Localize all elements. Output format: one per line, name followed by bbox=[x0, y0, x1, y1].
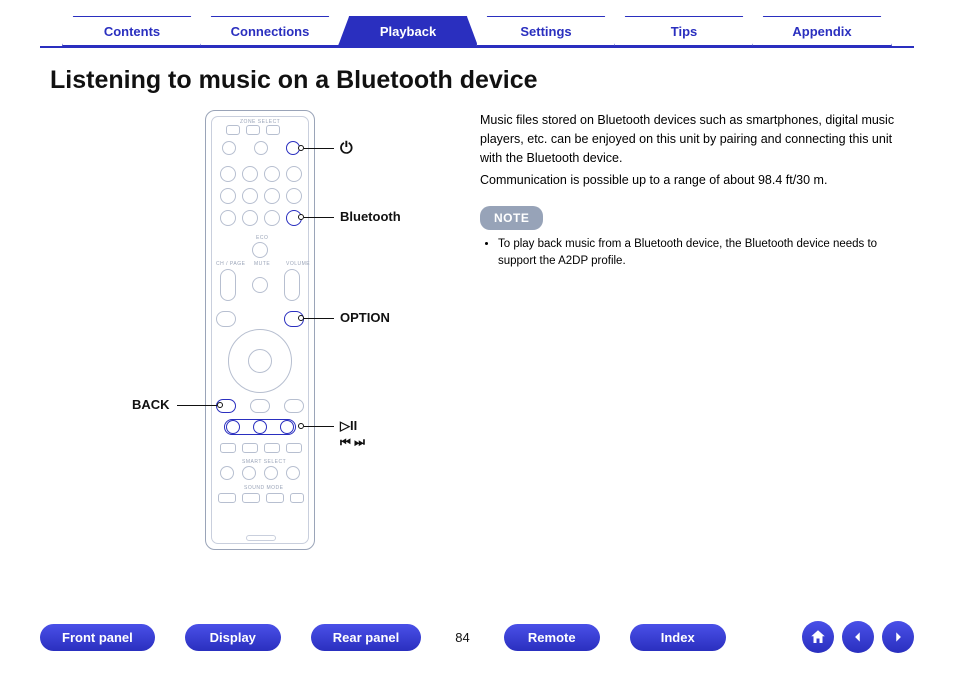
btn bbox=[220, 166, 236, 182]
btn bbox=[220, 466, 234, 480]
btn bbox=[242, 466, 256, 480]
remote-illustration: ZONE SELECT ECO CH / PAGE MU bbox=[205, 110, 315, 550]
btn bbox=[264, 210, 280, 226]
callout-bluetooth: Bluetooth bbox=[340, 209, 401, 224]
btn bbox=[242, 210, 258, 226]
tab-appendix[interactable]: Appendix bbox=[752, 16, 892, 46]
arrow-right-icon[interactable] bbox=[882, 621, 914, 653]
callout-line bbox=[304, 217, 334, 218]
btn bbox=[266, 125, 280, 135]
btn bbox=[264, 166, 280, 182]
btn bbox=[220, 188, 236, 204]
tab-playback[interactable]: Playback bbox=[338, 16, 478, 46]
btn bbox=[226, 125, 240, 135]
btn bbox=[242, 493, 260, 503]
content-area: ZONE SELECT ECO CH / PAGE MU bbox=[0, 95, 954, 575]
btn bbox=[286, 466, 300, 480]
next-button bbox=[280, 420, 294, 434]
btn bbox=[222, 141, 236, 155]
note-list: To play back music from a Bluetooth devi… bbox=[498, 236, 904, 271]
btn bbox=[242, 443, 258, 453]
btn bbox=[264, 466, 278, 480]
btn bbox=[286, 166, 302, 182]
body-text-column: Music files stored on Bluetooth devices … bbox=[480, 105, 904, 575]
divider bbox=[40, 46, 914, 48]
home-icon[interactable] bbox=[802, 621, 834, 653]
btn bbox=[216, 311, 236, 327]
callout-back: BACK bbox=[132, 397, 170, 412]
btn bbox=[242, 188, 258, 204]
btn bbox=[220, 210, 236, 226]
link-index[interactable]: Index bbox=[630, 624, 726, 651]
power-icon: ⏻ bbox=[340, 140, 353, 158]
callout-line bbox=[304, 318, 334, 319]
top-tab-nav: Contents Connections Playback Settings T… bbox=[0, 0, 954, 46]
btn bbox=[254, 141, 268, 155]
note-badge: NOTE bbox=[480, 206, 543, 230]
btn bbox=[218, 493, 236, 503]
btn bbox=[252, 242, 268, 258]
btn bbox=[286, 443, 302, 453]
tab-contents[interactable]: Contents bbox=[62, 16, 202, 46]
link-rear-panel[interactable]: Rear panel bbox=[311, 624, 421, 651]
btn bbox=[284, 269, 300, 301]
callout-line bbox=[304, 148, 334, 149]
callout-playpause: ▷II bbox=[340, 418, 357, 434]
callout-option: OPTION bbox=[340, 310, 390, 325]
nav-icon-group bbox=[802, 621, 914, 653]
body-paragraph-1: Music files stored on Bluetooth devices … bbox=[480, 111, 904, 167]
nav-enter bbox=[248, 349, 272, 373]
body-paragraph-2: Communication is possible up to a range … bbox=[480, 171, 904, 190]
remote-illustration-column: ZONE SELECT ECO CH / PAGE MU bbox=[50, 105, 480, 575]
playpause-button bbox=[253, 420, 267, 434]
btn bbox=[220, 269, 236, 301]
btn bbox=[252, 277, 268, 293]
btn bbox=[266, 493, 284, 503]
arrow-left-icon[interactable] bbox=[842, 621, 874, 653]
prev-button bbox=[226, 420, 240, 434]
callout-dot bbox=[217, 402, 223, 408]
note-item: To play back music from a Bluetooth devi… bbox=[498, 236, 904, 271]
remote-grip bbox=[246, 535, 276, 541]
btn bbox=[290, 493, 304, 503]
callout-line bbox=[304, 426, 334, 427]
btn bbox=[284, 399, 304, 413]
callout-line bbox=[177, 405, 217, 406]
btn bbox=[264, 188, 280, 204]
btn bbox=[246, 125, 260, 135]
link-remote[interactable]: Remote bbox=[504, 624, 600, 651]
btn bbox=[264, 443, 280, 453]
link-display[interactable]: Display bbox=[185, 624, 281, 651]
tab-connections[interactable]: Connections bbox=[200, 16, 340, 46]
btn bbox=[242, 166, 258, 182]
btn bbox=[286, 188, 302, 204]
page-number: 84 bbox=[451, 630, 473, 645]
tab-settings[interactable]: Settings bbox=[476, 16, 616, 46]
footer-nav: Front panel Display Rear panel 84 Remote… bbox=[0, 621, 954, 653]
tab-tips[interactable]: Tips bbox=[614, 16, 754, 46]
page-title: Listening to music on a Bluetooth device bbox=[50, 66, 904, 95]
btn bbox=[220, 443, 236, 453]
link-front-panel[interactable]: Front panel bbox=[40, 624, 155, 651]
btn bbox=[250, 399, 270, 413]
callout-skip: ⏮ ⏭ bbox=[340, 435, 365, 450]
